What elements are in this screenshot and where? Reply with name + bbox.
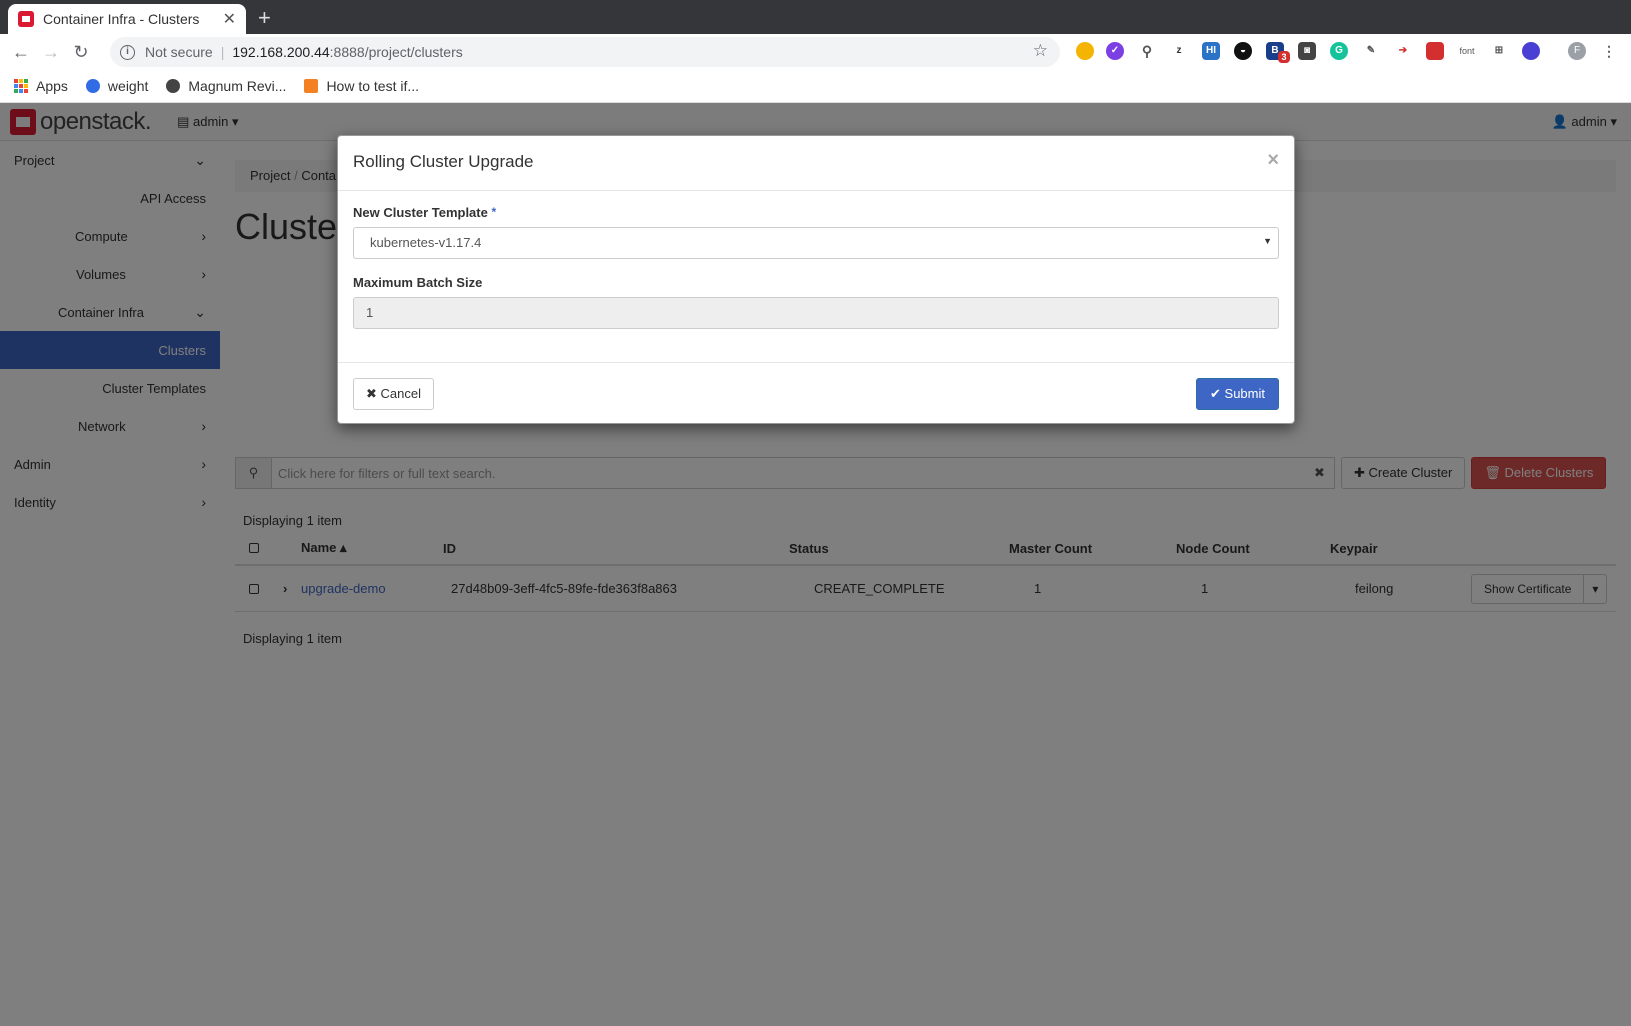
close-tab-icon[interactable]: ✕ [223, 9, 236, 29]
bookmark-label: Magnum Revi... [188, 78, 287, 94]
close-icon[interactable]: × [1267, 149, 1279, 172]
bookmark-star-icon[interactable]: ☆ [1033, 41, 1048, 61]
batch-size-field[interactable]: 1 [353, 297, 1279, 329]
bookmark-label: How to test if... [326, 78, 420, 94]
batch-size-label: Maximum Batch Size [353, 275, 483, 290]
bookmark-label: Apps [36, 78, 68, 94]
url-separator: | [220, 44, 225, 60]
kubernetes-icon [85, 79, 100, 93]
bookmark-apps[interactable]: Apps [14, 78, 68, 94]
extension-icon[interactable]: ➔ [1394, 42, 1412, 60]
rolling-upgrade-modal: Rolling Cluster Upgrade × New Cluster Te… [337, 135, 1295, 424]
stackoverflow-icon [304, 79, 319, 93]
bookmark-weight[interactable]: weight [85, 78, 149, 94]
extension-icon[interactable] [1076, 42, 1094, 60]
extension-icon[interactable]: ◒ [1234, 42, 1252, 60]
back-icon[interactable]: ← [6, 42, 36, 63]
apps-grid-icon [14, 79, 28, 93]
bookmark-magnum[interactable]: Magnum Revi... [166, 78, 286, 94]
template-label-text: New Cluster Template [353, 205, 488, 220]
menu-icon[interactable]: ⋮ [1600, 42, 1618, 60]
browser-tab-bar: Container Infra - Clusters ✕ + [0, 0, 1631, 34]
cancel-button[interactable]: ✖ Cancel [353, 378, 434, 410]
check-icon: ✔ [1210, 386, 1221, 401]
not-secure-label: Not secure [145, 44, 213, 60]
cancel-label: Cancel [380, 386, 421, 401]
extension-icon[interactable]: HI [1202, 42, 1220, 60]
select-arrow-icon: ▼ [1263, 236, 1272, 246]
url-host: 192.168.200.44 [232, 44, 330, 60]
profile-avatar[interactable]: F [1568, 42, 1586, 60]
required-mark: * [491, 205, 497, 219]
browser-tab[interactable]: Container Infra - Clusters ✕ [8, 4, 246, 34]
address-bar[interactable]: i Not secure | 192.168.200.44:8888/proje… [110, 37, 1060, 67]
extension-icon[interactable] [1426, 42, 1444, 60]
submit-label: Submit [1224, 386, 1265, 401]
modal-footer: ✖ Cancel ✔ Submit [338, 362, 1294, 425]
modal-body: New Cluster Template * kubernetes-v1.17.… [338, 191, 1294, 343]
submit-button[interactable]: ✔ Submit [1196, 378, 1279, 410]
grammarly-icon[interactable]: G [1330, 42, 1348, 60]
font-extension-icon[interactable]: font [1458, 42, 1476, 60]
forward-icon[interactable]: → [36, 42, 66, 63]
reload-icon[interactable]: ↻ [66, 42, 96, 63]
bookmark-label: weight [107, 78, 149, 94]
bookmarks-bar: Apps weight Magnum Revi... How to test i… [0, 70, 1631, 103]
extension-badge: 3 [1278, 51, 1290, 63]
url-path: :8888/project/clusters [329, 44, 463, 60]
tab-title: Container Infra - Clusters [43, 11, 200, 27]
template-field-label: New Cluster Template * [353, 205, 1279, 220]
info-icon[interactable]: i [120, 44, 135, 60]
cluster-template-value: kubernetes-v1.17.4 [370, 235, 482, 250]
cluster-template-select[interactable]: kubernetes-v1.17.4 ▼ [353, 227, 1279, 259]
globe-icon [166, 79, 181, 93]
bookmark-howto[interactable]: How to test if... [304, 78, 419, 94]
new-tab-icon[interactable]: + [258, 5, 271, 31]
extension-icon[interactable]: ✎ [1362, 42, 1380, 60]
extension-icon[interactable]: ◙ [1298, 42, 1316, 60]
browser-toolbar: ← → ↻ i Not secure | 192.168.200.44:8888… [0, 34, 1631, 70]
extension-icon[interactable]: ⚲ [1138, 42, 1156, 60]
extension-icon[interactable]: ⊞ [1490, 42, 1508, 60]
modal-title: Rolling Cluster Upgrade [353, 152, 534, 171]
close-icon: ✖ [366, 386, 377, 401]
openstack-favicon-icon [18, 11, 34, 27]
extension-icon[interactable]: z [1170, 42, 1188, 60]
extension-icon[interactable] [1522, 42, 1540, 60]
modal-header: Rolling Cluster Upgrade × [338, 136, 1294, 191]
extension-icon[interactable]: ✓ [1106, 42, 1124, 60]
